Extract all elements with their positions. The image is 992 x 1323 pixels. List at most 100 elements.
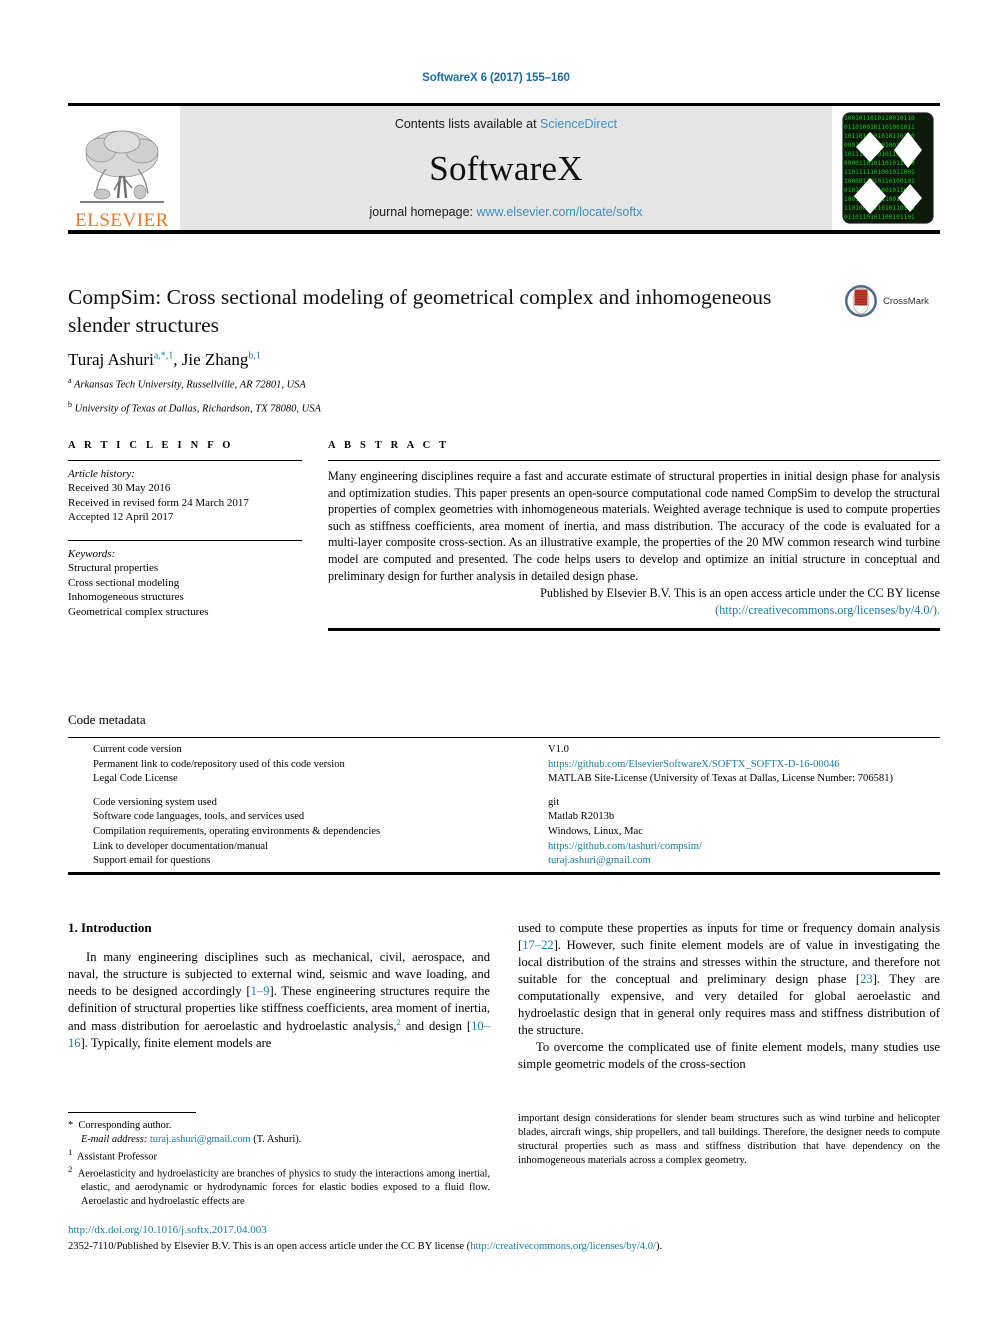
abstract-bottom-rule — [328, 628, 940, 632]
code-metadata-title: Code metadata — [68, 712, 146, 727]
author-email-link[interactable]: turaj.ashuri@gmail.com — [150, 1134, 251, 1145]
metadata-key: Legal Code License — [93, 773, 178, 785]
keyword-item: Geometrical complex structures — [68, 605, 209, 618]
article-info-heading: A R T I C L E I N F O — [68, 440, 234, 451]
metadata-value: git — [548, 796, 560, 808]
metadata-key: Support email for questions — [93, 855, 211, 867]
metadata-value[interactable]: https://github.com/ElsevierSoftwareX/SOF… — [548, 758, 940, 773]
intro-paragraph-right-1: used to compute these properties as inpu… — [518, 921, 940, 1037]
keyword-item: Structural properties — [68, 561, 159, 574]
affiliation-b: b University of Texas at Dallas, Richard… — [68, 399, 838, 417]
doi-link[interactable]: http://dx.doi.org/10.1016/j.softx.2017.0… — [68, 1222, 940, 1239]
keyword-item: Inhomogeneous structures — [68, 591, 184, 604]
sciencedirect-link[interactable]: ScienceDirect — [540, 117, 617, 131]
journal-masthead: ELSEVIER Contents lists available at Sci… — [68, 103, 940, 234]
footnote-2: 2 Aeroelasticity and hydroelasticity are… — [68, 1164, 490, 1209]
email-author-suffix: (T. Ashuri). — [253, 1133, 302, 1145]
bottom-doi-block: http://dx.doi.org/10.1016/j.softx.2017.0… — [68, 1222, 940, 1254]
journal-homepage-line: journal homepage: www.elsevier.com/locat… — [369, 205, 642, 219]
masthead-bottom-rule — [68, 230, 940, 234]
metadata-value: Windows, Linux, Mac — [548, 826, 643, 838]
affiliation-a-text: Arkansas Tech University, Russellville, … — [74, 379, 306, 391]
body-column-left: 1. Introduction In many engineering disc… — [68, 920, 490, 1073]
metadata-key: Software code languages, tools, and serv… — [93, 811, 305, 823]
masthead-center-panel: Contents lists available at ScienceDirec… — [180, 106, 832, 230]
metadata-key: Code versioning system used — [93, 796, 217, 808]
intro-paragraph-right-2: To overcome the complicated use of finit… — [518, 1040, 940, 1071]
svg-text:1101001011010110100: 1101001011010110100 — [844, 205, 915, 212]
table-row: Support email for questions turaj.ashuri@… — [68, 854, 940, 869]
affiliation-marker-b: b — [68, 399, 72, 409]
info-abstract-region: A R T I C L E I N F O Article history: R… — [68, 440, 940, 632]
footnote-1-text: Assistant Professor — [76, 1151, 157, 1163]
body-columns: 1. Introduction In many engineering disc… — [68, 920, 940, 1073]
metadata-value: Matlab R2013b — [548, 811, 615, 823]
footnote-marker-1: 1 — [68, 1146, 73, 1157]
copyright-prefix: 2352-7110/Published by Elsevier B.V. Thi… — [68, 1240, 471, 1252]
keyword-item: Cross sectional modeling — [68, 576, 180, 589]
keywords-rule — [68, 539, 302, 541]
metadata-top-rule — [68, 737, 940, 738]
corresponding-author-text: Corresponding author. — [78, 1120, 172, 1131]
svg-text:0110100101101001011: 0110100101101001011 — [844, 124, 915, 131]
metadata-key: Link to developer documentation/manual — [93, 840, 269, 852]
footnote-column-left: * Corresponding author. E-mail address: … — [68, 1112, 490, 1209]
footnote-email: E-mail address: turaj.ashuri@gmail.com (… — [68, 1133, 490, 1147]
affiliation-b-text: University of Texas at Dallas, Richardso… — [74, 403, 321, 415]
author-list: Turaj Ashuria,*,1, Jie Zhangb,1 — [68, 350, 261, 370]
cc-license-link[interactable]: http://creativecommons.org/licenses/by/4… — [470, 1241, 656, 1252]
footnote-2-text: Aeroelasticity and hydroelasticity are b… — [77, 1168, 490, 1208]
code-metadata-table: Current code version V1.0 Permanent link t… — [68, 743, 940, 869]
table-row: Permanent link to code/repository used o… — [68, 758, 940, 773]
keywords-label: Keywords: — [68, 547, 116, 560]
article-history-item: Received 30 May 2016 — [68, 482, 171, 494]
article-info-rule — [68, 460, 302, 461]
paper-page: SoftwareX 6 (2017) 155–160 ELSEVIER Cont… — [0, 0, 992, 1323]
footnotes-region: * Corresponding author. E-mail address: … — [68, 1112, 940, 1209]
abstract-rule — [328, 460, 940, 461]
abstract-text: Many engineering disciplines require a f… — [328, 469, 940, 583]
metadata-value: MATLAB Site-License (University of Texas… — [548, 773, 894, 785]
intro-paragraph-left: In many engineering disciplines such as … — [68, 950, 490, 1051]
elsevier-logo: ELSEVIER — [68, 106, 176, 230]
journal-title: SoftwareX — [429, 148, 583, 188]
footnote-corresponding-author: * Corresponding author. — [68, 1119, 490, 1133]
metadata-key: Permanent link to code/repository used o… — [93, 758, 345, 770]
footnote-2-continued: important design considerations for slen… — [518, 1113, 940, 1167]
footnote-separator-rule — [68, 1112, 196, 1113]
license-link[interactable]: (http://creativecommons.org/licenses/by/… — [715, 603, 940, 617]
metadata-value[interactable]: turaj.ashuri@gmail.com — [548, 854, 940, 869]
footnote-column-right: important design considerations for slen… — [518, 1112, 940, 1209]
elsevier-wordmark: ELSEVIER — [75, 210, 169, 231]
email-address-label: E-mail address: — [81, 1133, 148, 1145]
svg-text:1101111101001011001: 1101111101001011001 — [844, 169, 915, 176]
crossmark-badge[interactable]: CrossMark — [843, 283, 929, 319]
code-metadata-section: Code metadata Current code version V1.0 Pe… — [68, 712, 940, 875]
homepage-prefix: journal homepage: — [369, 205, 477, 219]
article-history-item: Accepted 12 April 2017 — [68, 511, 174, 524]
contents-prefix: Contents lists available at — [394, 117, 541, 131]
elsevier-tree-icon — [80, 130, 164, 203]
article-history-item: Received in revised form 24 March 2017 — [68, 496, 249, 509]
cover-image-icon: 1001011010110010110 0110100101101001011 … — [842, 112, 934, 224]
svg-text:0110110101100101101: 0110110101100101101 — [844, 214, 915, 221]
journal-homepage-link[interactable]: www.elsevier.com/locate/softx — [476, 205, 642, 219]
abstract-published-line: Published by Elsevier B.V. This is an op… — [328, 585, 940, 618]
svg-text:1000011010110100101: 1000011010110100101 — [844, 178, 915, 185]
crossmark-label: CrossMark — [883, 295, 929, 307]
crossmark-icon — [845, 285, 877, 317]
article-info-column: A R T I C L E I N F O Article history: R… — [68, 440, 320, 631]
contents-lists-line: Contents lists available at ScienceDirec… — [395, 117, 617, 131]
table-row: Software code languages, tools, and serv… — [68, 810, 940, 825]
footnote-marker-asterisk: * — [68, 1120, 74, 1131]
footnote-1: 1 Assistant Professor — [68, 1147, 490, 1164]
svg-text:1001011010110010110: 1001011010110010110 — [844, 115, 915, 122]
metadata-value: V1.0 — [548, 744, 569, 755]
metadata-key: Current code version — [93, 744, 182, 755]
running-head: SoftwareX 6 (2017) 155–160 — [422, 72, 570, 84]
affiliation-a: a Arkansas Tech University, Russellville… — [68, 375, 838, 393]
metadata-value[interactable]: https://github.com/tashuri/compsim/ — [548, 840, 940, 855]
affiliation-marker-a: a — [68, 376, 72, 386]
metadata-key: Compilation requirements, operating envi… — [93, 826, 381, 838]
table-row: Compilation requirements, operating envi… — [68, 825, 940, 840]
